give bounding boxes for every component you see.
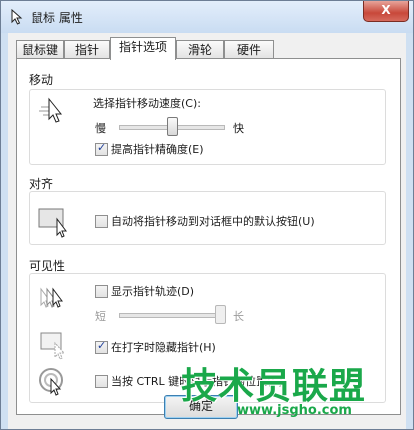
trails-checkbox[interactable] <box>95 285 108 298</box>
mouse-pointer-icon <box>11 9 23 25</box>
tab-pointer-options[interactable]: 指针选项 <box>110 37 176 60</box>
speed-slider-thumb[interactable] <box>167 117 178 136</box>
trails-slider-thumb[interactable] <box>215 305 226 324</box>
trails-label: 显示指针轨迹(D) <box>111 285 195 298</box>
snap-to-button-icon <box>38 208 67 238</box>
snap-label: 自动将指针移动到对话框中的默认按钮(U) <box>111 215 315 228</box>
short-label: 短 <box>95 310 106 323</box>
window-title: 鼠标 属性 <box>31 11 83 25</box>
long-label: 长 <box>233 310 244 323</box>
precision-checkbox[interactable] <box>95 141 108 156</box>
ctrl-locate-checkbox[interactable] <box>95 375 108 388</box>
tab-buttons[interactable]: 鼠标键 <box>16 40 64 58</box>
pointer-trails-icon <box>40 287 63 308</box>
hide-while-typing-checkbox[interactable] <box>95 339 108 354</box>
hide-while-typing-icon <box>40 332 66 360</box>
tab-pointers[interactable]: 指针 <box>64 40 110 58</box>
tab-hardware[interactable]: 硬件 <box>224 40 274 58</box>
tab-wheel[interactable]: 滑轮 <box>176 40 224 58</box>
hide-while-typing-label: 在打字时隐藏指针(H) <box>111 341 216 354</box>
mouse-properties-window: 鼠标 属性 X 鼠标键 指针 指针选项 滑轮 硬件 移动 选择指针移动速度(C)… <box>0 0 414 430</box>
watermark-logo-text: 技术员联盟 <box>181 366 367 407</box>
motion-group-title: 移动 <box>29 73 54 87</box>
visibility-group-title: 可见性 <box>29 259 66 273</box>
snap-checkbox[interactable] <box>95 215 108 228</box>
watermark-url: www.jsgho.com <box>237 403 352 418</box>
fast-label: 快 <box>233 122 244 135</box>
close-button[interactable]: X <box>363 1 409 22</box>
snap-group-title: 对齐 <box>29 177 54 191</box>
ctrl-locate-icon <box>39 368 63 396</box>
slow-label: 慢 <box>95 122 106 135</box>
title-bar: 鼠标 属性 X <box>1 1 413 33</box>
speed-label: 选择指针移动速度(C): <box>93 97 201 110</box>
trails-slider-track[interactable] <box>119 313 225 318</box>
precision-label: 提高指针精确度(E) <box>111 143 204 156</box>
pointer-speed-icon <box>39 97 63 123</box>
